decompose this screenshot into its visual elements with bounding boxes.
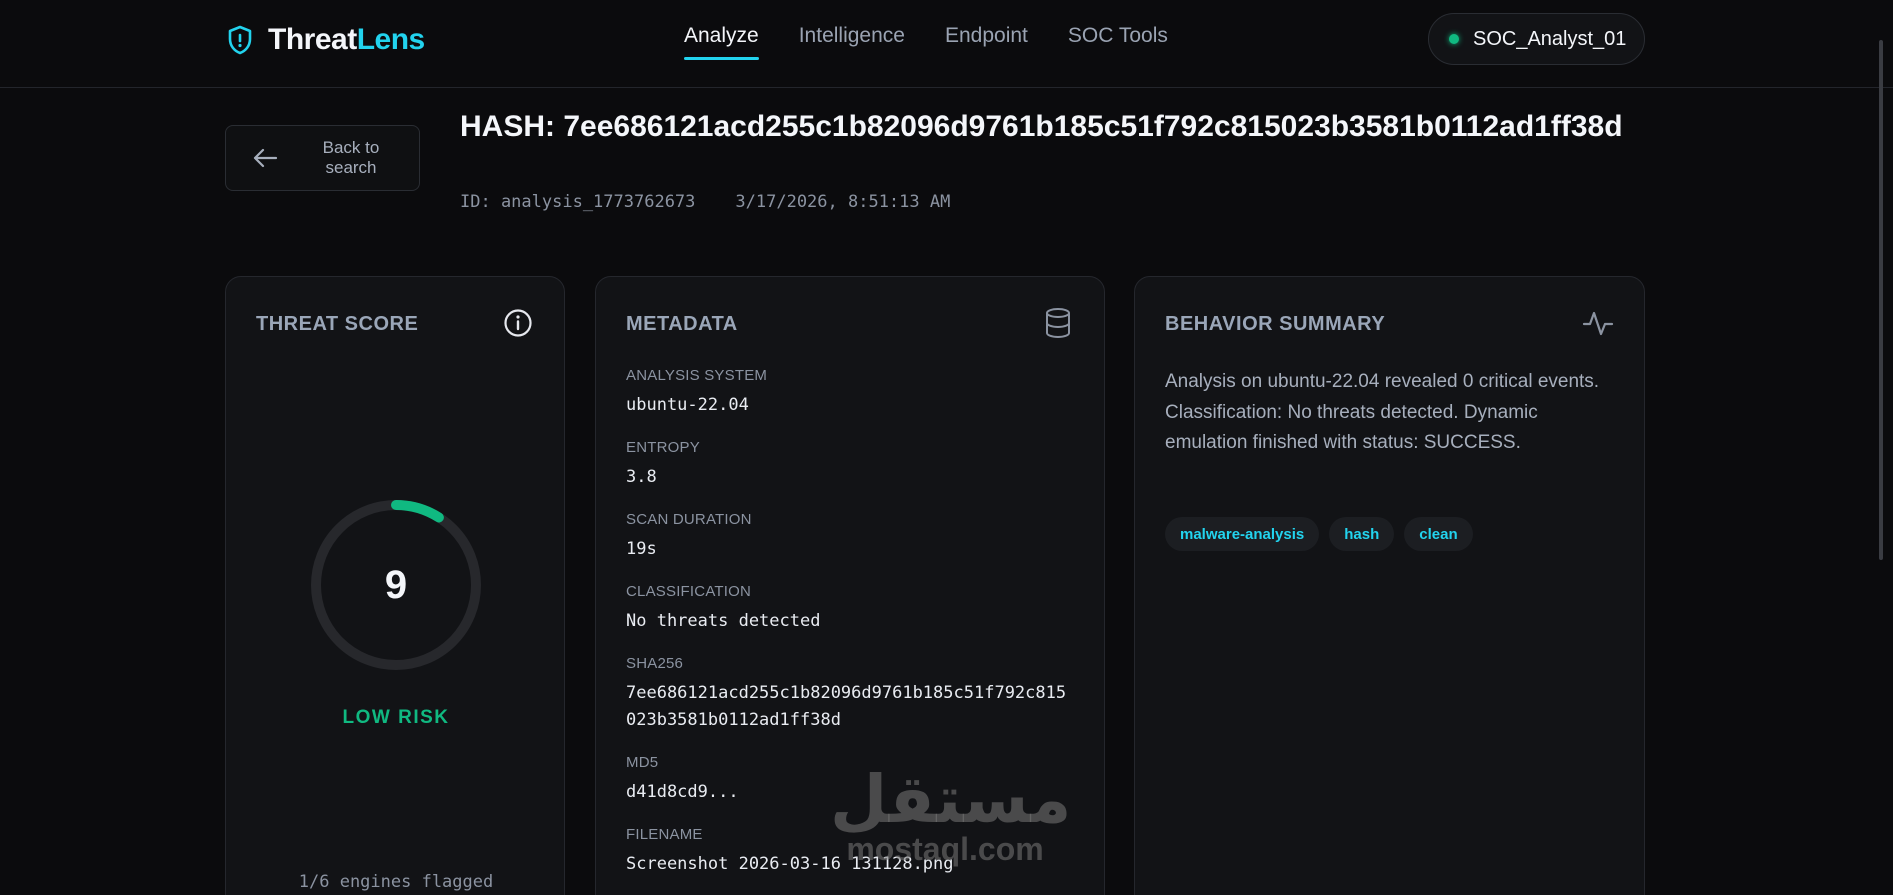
field-value: No threats detected bbox=[626, 611, 821, 631]
field-label: SCAN DURATION bbox=[626, 511, 752, 528]
tag-malware-analysis[interactable]: malware-analysis bbox=[1165, 517, 1320, 551]
main-nav: Analyze Intelligence Endpoint SOC Tools bbox=[684, 24, 1168, 60]
analysis-timestamp: 3/17/2026, 8:51:13 AM bbox=[735, 192, 951, 212]
back-to-search-button[interactable]: Back to search bbox=[225, 125, 420, 191]
user-menu-button[interactable]: SOC_Analyst_01 bbox=[1428, 13, 1645, 65]
field-value: ubuntu-22.04 bbox=[626, 395, 749, 415]
field-value: 7ee686121acd255c1b82096d9761b185c51f792c… bbox=[626, 683, 1067, 730]
card-title: BEHAVIOR SUMMARY bbox=[1165, 313, 1386, 335]
tag-clean[interactable]: clean bbox=[1404, 517, 1473, 551]
engines-flagged: 1/6 engines flagged bbox=[298, 872, 494, 892]
arrow-left-icon bbox=[252, 147, 288, 169]
field-scan-duration: SCAN DURATION 19s bbox=[626, 511, 1076, 563]
field-label: SHA256 bbox=[626, 655, 684, 672]
nav-intelligence[interactable]: Intelligence bbox=[799, 24, 905, 60]
info-icon[interactable] bbox=[502, 307, 534, 339]
top-navbar: ThreatLens Analyze Intelligence Endpoint… bbox=[0, 0, 1893, 88]
app-logo[interactable]: ThreatLens bbox=[226, 22, 425, 58]
behavior-summary-text: Analysis on ubuntu-22.04 revealed 0 crit… bbox=[1165, 371, 1600, 453]
field-value: 3.8 bbox=[626, 467, 657, 487]
field-label: ANALYSIS SYSTEM bbox=[626, 367, 768, 384]
field-analysis-system: ANALYSIS SYSTEM ubuntu-22.04 bbox=[626, 367, 1076, 419]
back-label: Back to search bbox=[322, 138, 380, 177]
watermark-latin: mostaql.com bbox=[846, 831, 1044, 867]
analysis-meta: ID: analysis_1773762673 3/17/2026, 8:51:… bbox=[460, 192, 950, 212]
card-title: METADATA bbox=[626, 313, 738, 335]
online-status-icon bbox=[1449, 34, 1459, 44]
database-icon bbox=[1042, 307, 1074, 339]
activity-icon bbox=[1582, 307, 1614, 339]
tag-hash[interactable]: hash bbox=[1329, 517, 1395, 551]
field-classification: CLASSIFICATION No threats detected bbox=[626, 583, 1076, 635]
app-name: ThreatLens bbox=[268, 23, 425, 56]
tag-list: malware-analysis hash clean bbox=[1165, 517, 1473, 551]
threat-score-card: THREAT SCORE 9 LOW RISK 1/6 engines flag… bbox=[225, 276, 565, 895]
mostaql-watermark: مستقل mostaql.com bbox=[830, 760, 1072, 867]
field-label: ENTROPY bbox=[626, 439, 700, 456]
nav-soc-tools[interactable]: SOC Tools bbox=[1068, 24, 1168, 60]
threat-score-value: 9 bbox=[384, 562, 408, 607]
page-title: HASH: 7ee686121acd255c1b82096d9761b185c5… bbox=[460, 110, 1623, 143]
nav-endpoint[interactable]: Endpoint bbox=[945, 24, 1028, 60]
card-title: THREAT SCORE bbox=[256, 313, 419, 335]
risk-level-label: LOW RISK bbox=[342, 707, 450, 728]
analysis-id: ID: analysis_1773762673 bbox=[460, 192, 696, 212]
user-name: SOC_Analyst_01 bbox=[1473, 27, 1627, 50]
field-sha256: SHA256 7ee686121acd255c1b82096d9761b185c… bbox=[626, 655, 1076, 734]
nav-analyze[interactable]: Analyze bbox=[684, 24, 759, 60]
watermark-arabic: مستقل bbox=[830, 761, 1072, 838]
field-label: CLASSIFICATION bbox=[626, 583, 752, 600]
behavior-summary-card: BEHAVIOR SUMMARY Analysis on ubuntu-22.0… bbox=[1134, 276, 1645, 895]
page-scrollbar[interactable] bbox=[1879, 40, 1883, 560]
shield-icon bbox=[226, 24, 254, 56]
field-value: 19s bbox=[626, 539, 657, 559]
field-entropy: ENTROPY 3.8 bbox=[626, 439, 1076, 491]
